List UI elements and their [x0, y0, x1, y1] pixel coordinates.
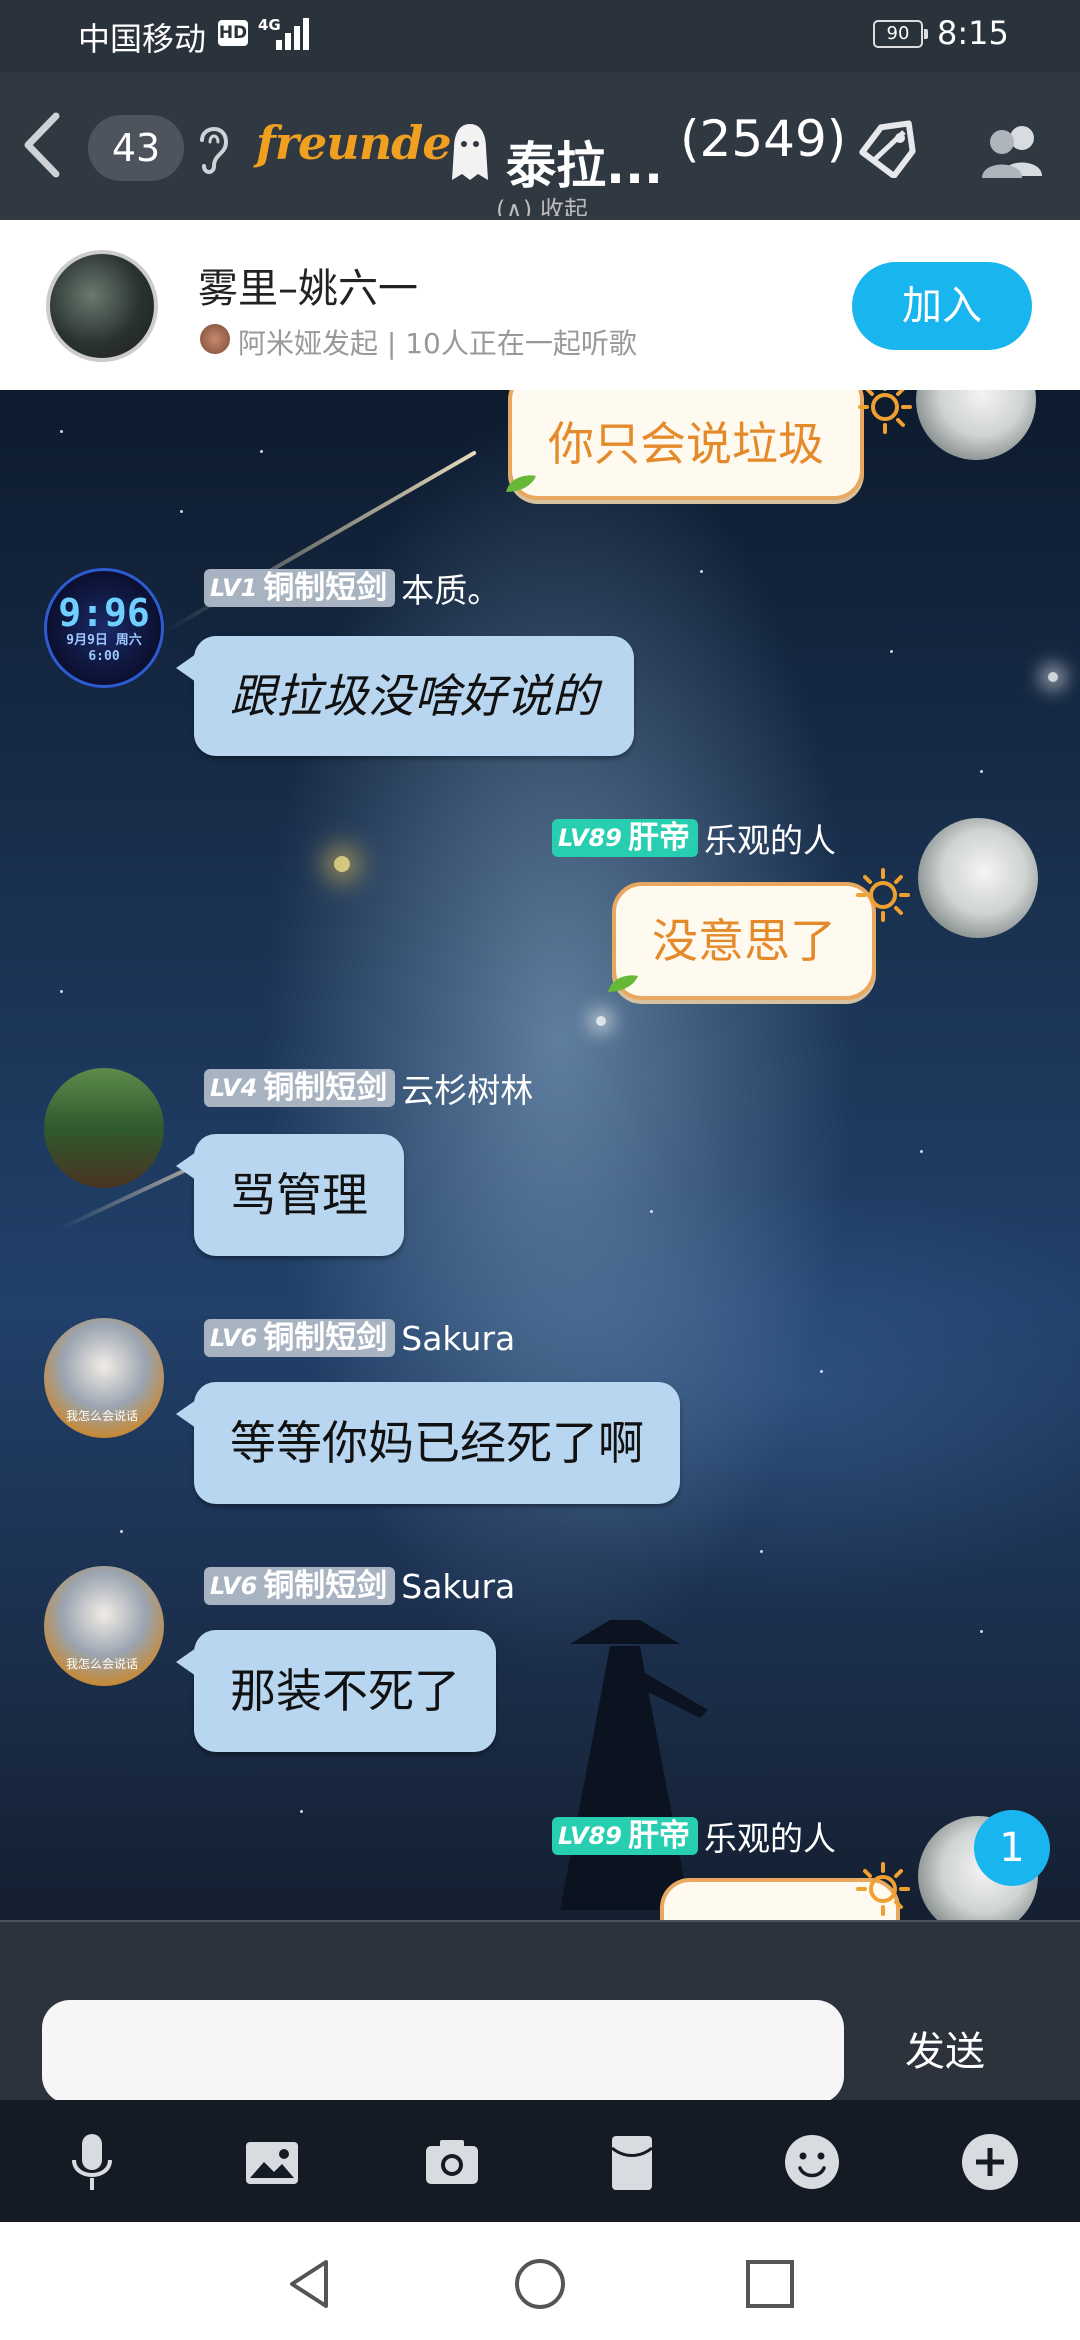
level-badge: LV89 肝帝 — [552, 1817, 698, 1855]
message-bubble[interactable]: 骂管理 — [176, 1134, 404, 1256]
avatar[interactable] — [918, 818, 1038, 938]
level-number: LV6 — [210, 1572, 258, 1600]
sun-icon — [856, 1862, 910, 1916]
members-icon[interactable] — [976, 122, 1048, 178]
level-title: 铜制短剑 — [263, 1070, 388, 1106]
sender-name[interactable]: 乐观的人 — [704, 814, 836, 862]
level-number: LV89 — [558, 1822, 622, 1850]
avatar[interactable]: 9:96 9月9日 周六 6:00 — [44, 568, 164, 688]
initiator-avatar — [200, 324, 230, 354]
camera-icon[interactable] — [420, 2130, 484, 2194]
ear-icon[interactable] — [196, 120, 230, 176]
group-avatar-icon — [452, 124, 488, 180]
avatar[interactable] — [44, 1566, 164, 1686]
avatar-clock-time: 9:96 — [58, 591, 150, 635]
message-bubble[interactable]: 没意思了 — [612, 882, 876, 1000]
group-name[interactable]: 泰拉... — [506, 126, 663, 198]
carrier-name: 中国移动 — [78, 20, 207, 58]
listen-together-bar[interactable]: 雾里–姚六一 阿米娅发起 | 10人正在一起听歌 加入 — [0, 220, 1080, 390]
new-message-badge[interactable]: 1 — [974, 1810, 1050, 1886]
tag-settings-icon[interactable] — [854, 118, 930, 178]
sender-name[interactable]: 本质。 — [401, 564, 500, 612]
level-badge: LV4 铜制短剑 — [204, 1069, 396, 1107]
level-title: 肝帝 — [627, 820, 690, 856]
sender-name[interactable]: Sakura — [401, 1319, 515, 1358]
send-button[interactable]: 发送 — [880, 2012, 1010, 2092]
level-title: 铜制短剑 — [263, 570, 388, 606]
message-bubble[interactable]: 你只会说垃圾 — [508, 390, 864, 500]
sun-icon — [856, 868, 910, 922]
background-figure — [560, 1620, 708, 1910]
sender-line: LV89 肝帝 乐观的人 — [552, 1816, 836, 1858]
input-bar: 发送 — [0, 1920, 1080, 2104]
battery-icon: 90 — [873, 20, 928, 48]
listeners-info: 阿米娅发起 | 10人正在一起听歌 — [238, 327, 637, 360]
back-icon[interactable] — [20, 110, 64, 180]
collapse-toggle[interactable]: (∧) 收起 — [496, 190, 606, 216]
sender-name[interactable]: 云杉树林 — [401, 1064, 533, 1112]
level-title: 铜制短剑 — [263, 1320, 388, 1356]
level-title: 铜制短剑 — [263, 1568, 388, 1604]
sender-line: LV4 铜制短剑 云杉树林 — [204, 1068, 533, 1110]
avatar-clock-date: 9月9日 周六 6:00 — [66, 633, 142, 664]
join-button[interactable]: 加入 — [852, 262, 1032, 350]
avatar[interactable] — [916, 390, 1036, 460]
level-number: LV4 — [210, 1074, 258, 1102]
leaf-icon — [608, 975, 638, 992]
chat-header: 43 freunde 泰拉... (∧) 收起 (2549) — [0, 72, 1080, 220]
message-bubble[interactable]: 跟拉圾没啥好说的 — [176, 636, 634, 756]
emoji-icon[interactable] — [780, 2130, 844, 2194]
image-icon[interactable] — [240, 2130, 304, 2194]
red-packet-icon[interactable] — [600, 2130, 664, 2194]
system-navigation — [0, 2222, 1080, 2340]
level-badge: LV6 铜制短剑 — [204, 1567, 396, 1605]
member-count: (2549) — [680, 110, 847, 168]
level-number: LV89 — [558, 824, 622, 852]
message-bubble[interactable]: 等等你妈已经死了啊 — [176, 1382, 680, 1504]
level-badge: LV6 铜制短剑 — [204, 1319, 396, 1357]
freunde-logo: freunde — [256, 116, 452, 170]
chat-messages[interactable]: 你只会说垃圾 9:96 9月9日 周六 6:00 LV1 铜制短剑 本质。 跟拉圾… — [0, 390, 1080, 1920]
level-title: 肝帝 — [627, 1818, 690, 1854]
message-bubble[interactable]: 那装不死了 — [176, 1630, 496, 1752]
clock: 8:15 — [937, 14, 1009, 52]
system-home-icon[interactable] — [512, 2256, 568, 2312]
system-recents-icon[interactable] — [742, 2256, 798, 2312]
leaf-icon — [506, 475, 536, 492]
level-number: LV1 — [210, 574, 258, 602]
level-badge: LV1 铜制短剑 — [204, 569, 396, 607]
signal-icon — [276, 16, 312, 50]
avatar[interactable] — [44, 1068, 164, 1188]
sender-name[interactable]: Sakura — [401, 1567, 515, 1606]
level-number: LV6 — [210, 1324, 258, 1352]
hd-badge: HD — [218, 20, 248, 46]
unread-count-badge[interactable]: 43 — [88, 115, 184, 181]
level-badge: LV89 肝帝 — [552, 819, 698, 857]
plus-icon[interactable] — [958, 2130, 1022, 2194]
system-back-icon[interactable] — [282, 2256, 338, 2312]
sender-line: LV1 铜制短剑 本质。 — [204, 568, 500, 610]
chat-toolbar — [0, 2100, 1080, 2222]
album-cover — [46, 250, 158, 362]
microphone-icon[interactable] — [60, 2130, 124, 2194]
sender-line: LV89 肝帝 乐观的人 — [552, 818, 836, 860]
sender-line: LV6 铜制短剑 Sakura — [204, 1318, 515, 1358]
sender-name[interactable]: 乐观的人 — [704, 1812, 836, 1860]
avatar[interactable] — [44, 1318, 164, 1438]
song-title: 雾里–姚六一 — [198, 266, 418, 312]
status-bar: 中国移动 HD 4G 90 8:15 — [0, 0, 1080, 72]
sun-icon — [858, 390, 912, 434]
message-input[interactable] — [42, 2000, 844, 2104]
sender-line: LV6 铜制短剑 Sakura — [204, 1566, 515, 1606]
